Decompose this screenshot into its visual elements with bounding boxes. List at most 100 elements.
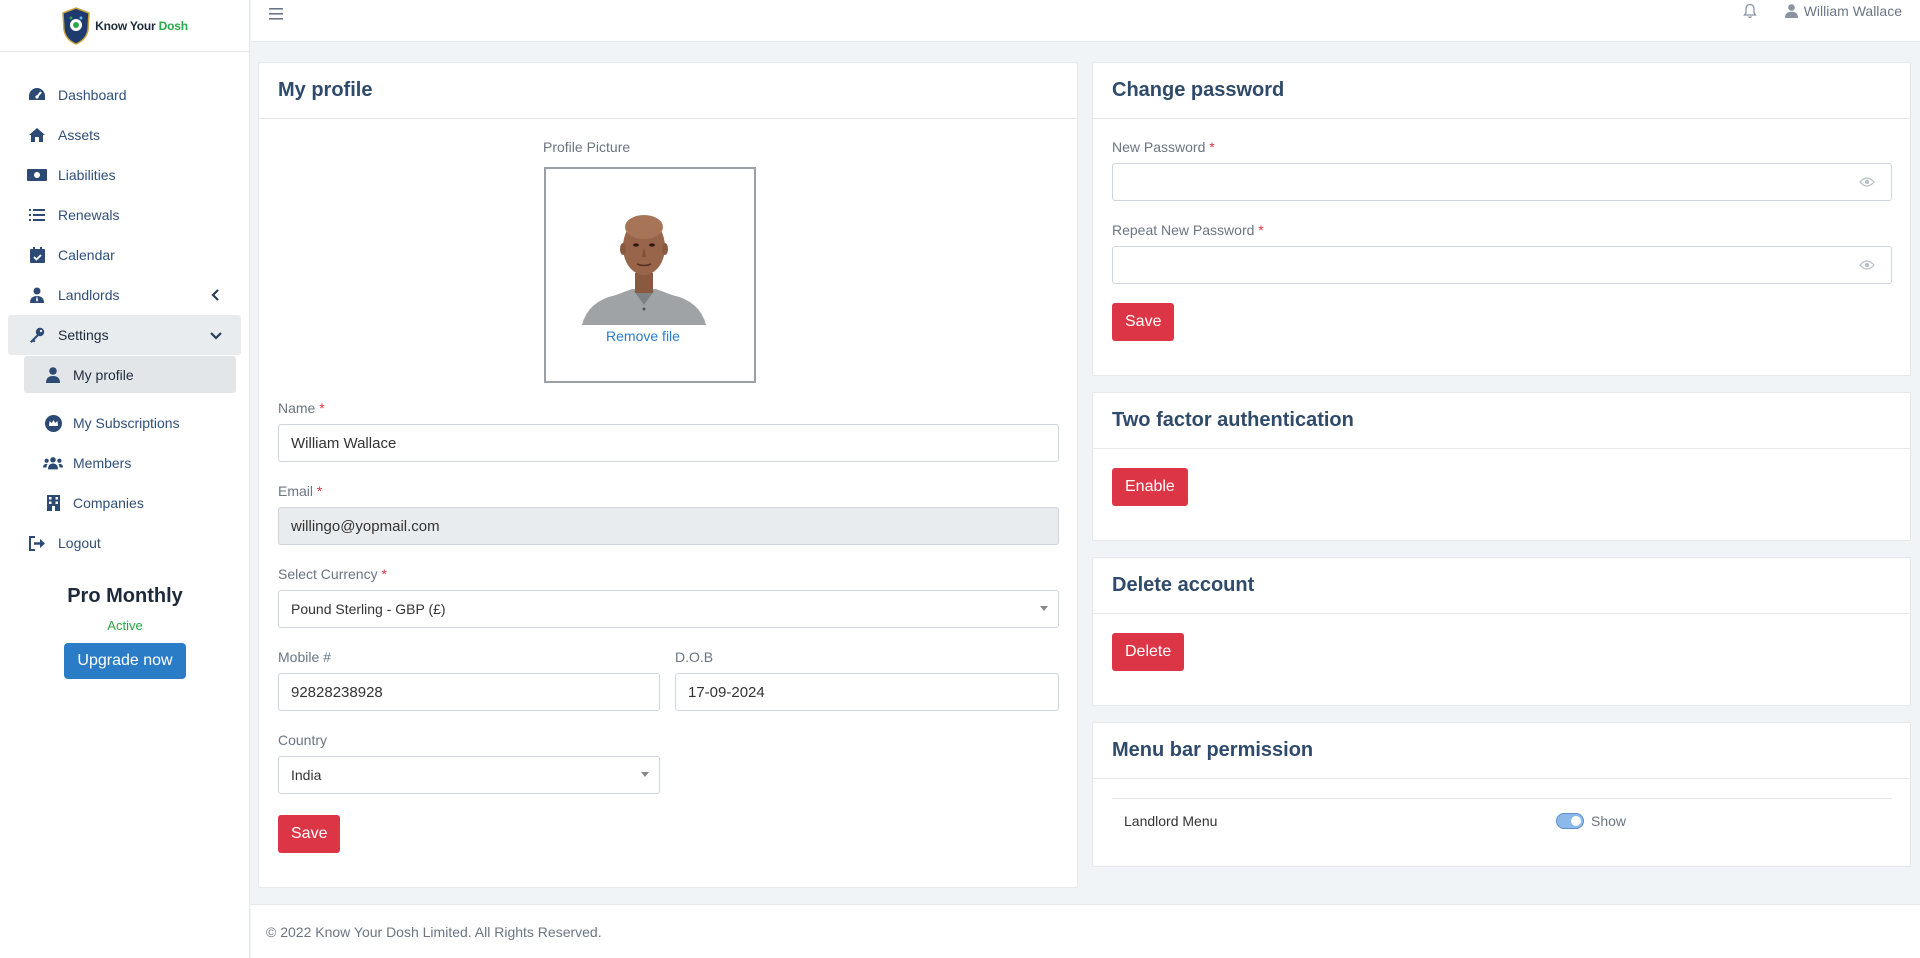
sidebar-item-label: Calendar [58, 247, 115, 263]
sidebar-item-label: Companies [73, 495, 144, 511]
delete-account-button[interactable]: Delete [1112, 633, 1185, 671]
sidebar-item-my-subscriptions[interactable]: My Subscriptions [0, 403, 249, 443]
eye-icon[interactable] [1859, 259, 1875, 271]
toggle-label: Show [1591, 812, 1627, 829]
list-icon [27, 206, 47, 224]
card-title: My profile [259, 63, 1077, 119]
sidebar-item-renewals[interactable]: Renewals [0, 195, 249, 235]
sidebar-item-logout[interactable]: Logout [0, 523, 249, 563]
brand-logo[interactable]: Know Your Dosh [0, 0, 249, 52]
caret-down-icon [641, 772, 649, 777]
two-factor-card: Two factor authentication Enable [1092, 392, 1911, 541]
landlord-menu-toggle[interactable] [1556, 812, 1584, 829]
mobile-label: Mobile # [278, 649, 331, 665]
user-icon [43, 366, 63, 384]
crown-icon [43, 414, 63, 432]
upgrade-now-button[interactable]: Upgrade now [64, 643, 186, 679]
sidebar-item-settings[interactable]: Settings [8, 315, 241, 355]
name-field[interactable]: William Wallace [278, 424, 1059, 462]
enable-2fa-button[interactable]: Enable [1112, 468, 1188, 506]
sidebar: Know Your Dosh Dashboard Assets Liabilit… [0, 0, 250, 958]
sidebar-item-liabilities[interactable]: Liabilities [0, 155, 249, 195]
change-password-card: Change password New Password * Repeat Ne… [1092, 62, 1911, 376]
chevron-down-icon [210, 332, 222, 340]
currency-select-value: Pound Sterling - GBP (£) [291, 601, 446, 617]
dashboard-icon [27, 86, 47, 104]
sidebar-nav: Dashboard Assets Liabilities Renewals Ca… [0, 52, 249, 355]
profile-picture-dropzone[interactable]: Remove file [544, 167, 756, 383]
plan-status: Active [107, 618, 143, 633]
profile-picture-label: Profile Picture [543, 139, 631, 155]
bell-icon[interactable] [1743, 3, 1757, 19]
save-password-button[interactable]: Save [1112, 303, 1175, 341]
hamburger-menu-icon[interactable] [269, 8, 283, 20]
sidebar-item-label: Members [73, 455, 132, 471]
profile-photo [582, 209, 706, 325]
dob-label: D.O.B [675, 649, 714, 665]
repeat-password-field[interactable] [1112, 246, 1892, 284]
footer: © 2022 Know Your Dosh Limited. All Right… [251, 904, 1920, 958]
settings-subnav: My profile My Subscriptions Members Comp… [0, 356, 249, 523]
sidebar-item-landlords[interactable]: Landlords [0, 275, 249, 315]
user-tie-icon [27, 286, 47, 304]
plan-widget: Pro Monthly Active Upgrade now [0, 585, 250, 679]
remove-file-link[interactable]: Remove file [546, 328, 740, 344]
sidebar-item-label: Landlords [58, 287, 120, 303]
user-name: William Wallace [1803, 3, 1902, 19]
save-profile-button[interactable]: Save [278, 815, 341, 853]
country-label: Country [278, 732, 328, 748]
mobile-field[interactable]: 92828238928 [278, 673, 660, 711]
sidebar-item-label: My profile [73, 366, 134, 383]
email-label: Email * [278, 483, 323, 499]
card-title: Delete account [1093, 558, 1910, 614]
email-field: willingo@yopmail.com [278, 507, 1059, 545]
sidebar-item-label: Logout [58, 535, 101, 551]
sidebar-item-assets[interactable]: Assets [0, 115, 249, 155]
permission-row: Landlord Menu Show [1112, 798, 1892, 842]
brand-name: Know Your Dosh [95, 18, 188, 33]
users-icon [43, 454, 63, 472]
card-title: Change password [1093, 63, 1910, 119]
caret-down-icon [1040, 606, 1048, 611]
building-icon [43, 494, 63, 512]
sidebar-item-label: Settings [58, 327, 109, 343]
name-label: Name * [278, 400, 325, 416]
currency-label: Select Currency * [278, 566, 387, 582]
sidebar-nav-bottom: Logout [0, 523, 249, 563]
new-password-field[interactable] [1112, 163, 1892, 201]
sidebar-item-members[interactable]: Members [0, 443, 249, 483]
user-icon [1784, 4, 1798, 18]
menu-permission-card: Menu bar permission Landlord Menu Show [1092, 722, 1911, 867]
user-menu[interactable]: William Wallace [1784, 3, 1902, 19]
sidebar-item-companies[interactable]: Companies [0, 483, 249, 523]
country-select[interactable]: India [278, 756, 660, 794]
new-password-label: New Password * [1112, 139, 1215, 155]
dob-field[interactable]: 17-09-2024 [675, 673, 1059, 711]
sidebar-item-label: Dashboard [58, 87, 127, 103]
delete-account-card: Delete account Delete [1092, 557, 1911, 706]
topbar: William Wallace [251, 0, 1920, 42]
eye-icon[interactable] [1859, 176, 1875, 188]
sidebar-item-label: Liabilities [58, 167, 116, 183]
sidebar-item-label: Renewals [58, 207, 120, 223]
chevron-left-icon [211, 289, 219, 301]
sidebar-item-dashboard[interactable]: Dashboard [0, 75, 249, 115]
sidebar-item-label: Assets [58, 127, 101, 143]
country-select-value: India [291, 767, 322, 783]
calendar-check-icon [27, 246, 47, 264]
currency-select[interactable]: Pound Sterling - GBP (£) [278, 590, 1059, 628]
home-icon [27, 126, 47, 144]
card-title: Menu bar permission [1093, 723, 1910, 779]
plan-name: Pro Monthly [67, 585, 183, 607]
sidebar-item-my-profile[interactable]: My profile [24, 356, 236, 393]
sidebar-item-label: My Subscriptions [73, 415, 180, 431]
sidebar-item-calendar[interactable]: Calendar [0, 235, 249, 275]
copyright-text: © 2022 Know Your Dosh Limited. All Right… [266, 923, 602, 940]
sign-out-icon [27, 534, 47, 552]
money-icon [27, 166, 47, 184]
my-profile-card: My profile Profile Picture Remove file N… [258, 62, 1078, 888]
card-title: Two factor authentication [1093, 393, 1910, 449]
repeat-password-label: Repeat New Password * [1112, 222, 1264, 238]
permission-label: Landlord Menu [1124, 812, 1218, 829]
shield-logo-icon [62, 6, 90, 45]
